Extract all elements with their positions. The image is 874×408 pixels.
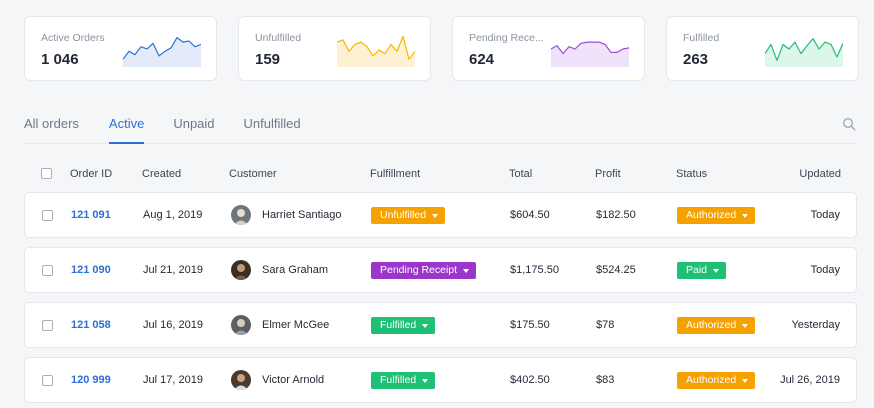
tab-active[interactable]: Active: [108, 114, 145, 144]
stats-bar: Active Orders 1 046 Unfulfilled 159 Pend…: [24, 16, 859, 81]
fulfillment-dropdown[interactable]: Pending Receipt: [371, 262, 477, 279]
customer-name[interactable]: Harriet Santiago: [262, 209, 342, 221]
order-id-link[interactable]: 121 090: [71, 264, 111, 276]
stat-label: Fulfilled: [683, 32, 720, 44]
status-dropdown[interactable]: Authorized: [677, 207, 756, 224]
status-label: Paid: [686, 264, 708, 276]
column-header-total[interactable]: Total: [509, 168, 532, 180]
stat-card-unfulfilled[interactable]: Unfulfilled 159: [238, 16, 431, 81]
caret-down-icon: [742, 378, 749, 383]
table-row[interactable]: 120 999 Jul 17, 2019 Victor Arnold Fulfi…: [24, 357, 857, 403]
stat-value: 624: [469, 51, 495, 68]
status-label: Authorized: [686, 319, 737, 331]
caret-down-icon: [742, 213, 749, 218]
status-label: Authorized: [686, 209, 737, 221]
row-checkbox[interactable]: [42, 320, 53, 331]
status-label: Authorized: [686, 374, 737, 386]
stat-label: Active Orders: [41, 32, 105, 44]
order-id-link[interactable]: 121 058: [71, 319, 111, 331]
stat-card-active-orders[interactable]: Active Orders 1 046: [24, 16, 217, 81]
caret-down-icon: [422, 323, 429, 328]
caret-down-icon: [432, 213, 439, 218]
sparkline-area: [551, 42, 629, 67]
status-dropdown[interactable]: Paid: [677, 262, 727, 279]
caret-down-icon: [742, 323, 749, 328]
avatar: [231, 260, 251, 280]
row-checkbox[interactable]: [42, 375, 53, 386]
caret-down-icon: [463, 268, 470, 273]
column-header-status[interactable]: Status: [676, 168, 707, 180]
stat-card-pending-receipt[interactable]: Pending Rece... 624: [452, 16, 645, 81]
caret-down-icon: [422, 378, 429, 383]
column-header-updated[interactable]: Updated: [799, 168, 841, 180]
fulfillment-dropdown[interactable]: Fulfilled: [371, 372, 436, 389]
order-total: $402.50: [510, 374, 550, 386]
updated-date: Today: [810, 209, 840, 221]
column-header-customer[interactable]: Customer: [229, 168, 277, 180]
fulfillment-dropdown[interactable]: Unfulfilled: [371, 207, 446, 224]
stat-label: Unfulfilled: [255, 32, 302, 44]
fulfillment-label: Fulfilled: [380, 319, 417, 331]
fulfillment-dropdown[interactable]: Fulfilled: [371, 317, 436, 334]
avatar: [231, 315, 251, 335]
column-header-fulfillment[interactable]: Fulfillment: [370, 168, 420, 180]
order-total: $604.50: [510, 209, 550, 221]
order-profit: $78: [596, 319, 615, 331]
sparkline-unfulfilled: [337, 35, 415, 67]
sparkline-pending-receipt: [551, 41, 629, 67]
stat-value: 159: [255, 51, 281, 68]
stat-card-fulfilled[interactable]: Fulfilled 263: [666, 16, 859, 81]
created-date: Jul 16, 2019: [143, 319, 203, 331]
table-row[interactable]: 121 058 Jul 16, 2019 Elmer McGee Fulfill…: [24, 302, 857, 348]
column-header-profit[interactable]: Profit: [595, 168, 621, 180]
table-header: Order ID Created Customer Fulfillment To…: [24, 166, 857, 182]
table-row[interactable]: 121 091 Aug 1, 2019 Harriet Santiago Unf…: [24, 192, 857, 238]
tab-all-orders[interactable]: All orders: [24, 114, 79, 144]
fulfillment-label: Unfulfilled: [380, 209, 427, 221]
sparkline-area: [765, 38, 843, 67]
stat-label: Pending Rece...: [469, 32, 544, 44]
tab-unpaid[interactable]: Unpaid: [173, 114, 214, 144]
row-checkbox[interactable]: [42, 265, 53, 276]
stat-value: 263: [683, 51, 709, 68]
order-total: $1,175.50: [510, 264, 559, 276]
sparkline-active-orders: [123, 37, 201, 67]
customer-name[interactable]: Sara Graham: [262, 264, 328, 276]
customer-name[interactable]: Victor Arnold: [262, 374, 324, 386]
search-icon[interactable]: [842, 117, 856, 131]
order-tabs: All orders Active Unpaid Unfulfilled: [24, 114, 856, 144]
customer-name[interactable]: Elmer McGee: [262, 319, 329, 331]
updated-date: Yesterday: [791, 319, 840, 331]
updated-date: Today: [810, 264, 840, 276]
created-date: Aug 1, 2019: [143, 209, 203, 221]
select-all-checkbox[interactable]: [41, 168, 52, 179]
order-profit: $182.50: [596, 209, 636, 221]
fulfillment-label: Pending Receipt: [380, 264, 458, 276]
sparkline-fulfilled: [765, 38, 843, 67]
order-total: $175.50: [510, 319, 550, 331]
order-profit: $524.25: [596, 264, 636, 276]
caret-down-icon: [713, 268, 720, 273]
fulfillment-label: Fulfilled: [380, 374, 417, 386]
order-profit: $83: [596, 374, 615, 386]
status-dropdown[interactable]: Authorized: [677, 372, 756, 389]
order-id-link[interactable]: 120 999: [71, 374, 111, 386]
column-header-created[interactable]: Created: [142, 168, 181, 180]
created-date: Jul 17, 2019: [143, 374, 203, 386]
order-id-link[interactable]: 121 091: [71, 209, 111, 221]
avatar: [231, 370, 251, 390]
tab-unfulfilled[interactable]: Unfulfilled: [244, 114, 301, 144]
updated-date: Jul 26, 2019: [780, 374, 840, 386]
table-row[interactable]: 121 090 Jul 21, 2019 Sara Graham Pending…: [24, 247, 857, 293]
row-checkbox[interactable]: [42, 210, 53, 221]
column-header-order-id[interactable]: Order ID: [70, 168, 112, 180]
created-date: Jul 21, 2019: [143, 264, 203, 276]
stat-value: 1 046: [41, 51, 79, 68]
avatar: [231, 205, 251, 225]
status-dropdown[interactable]: Authorized: [677, 317, 756, 334]
